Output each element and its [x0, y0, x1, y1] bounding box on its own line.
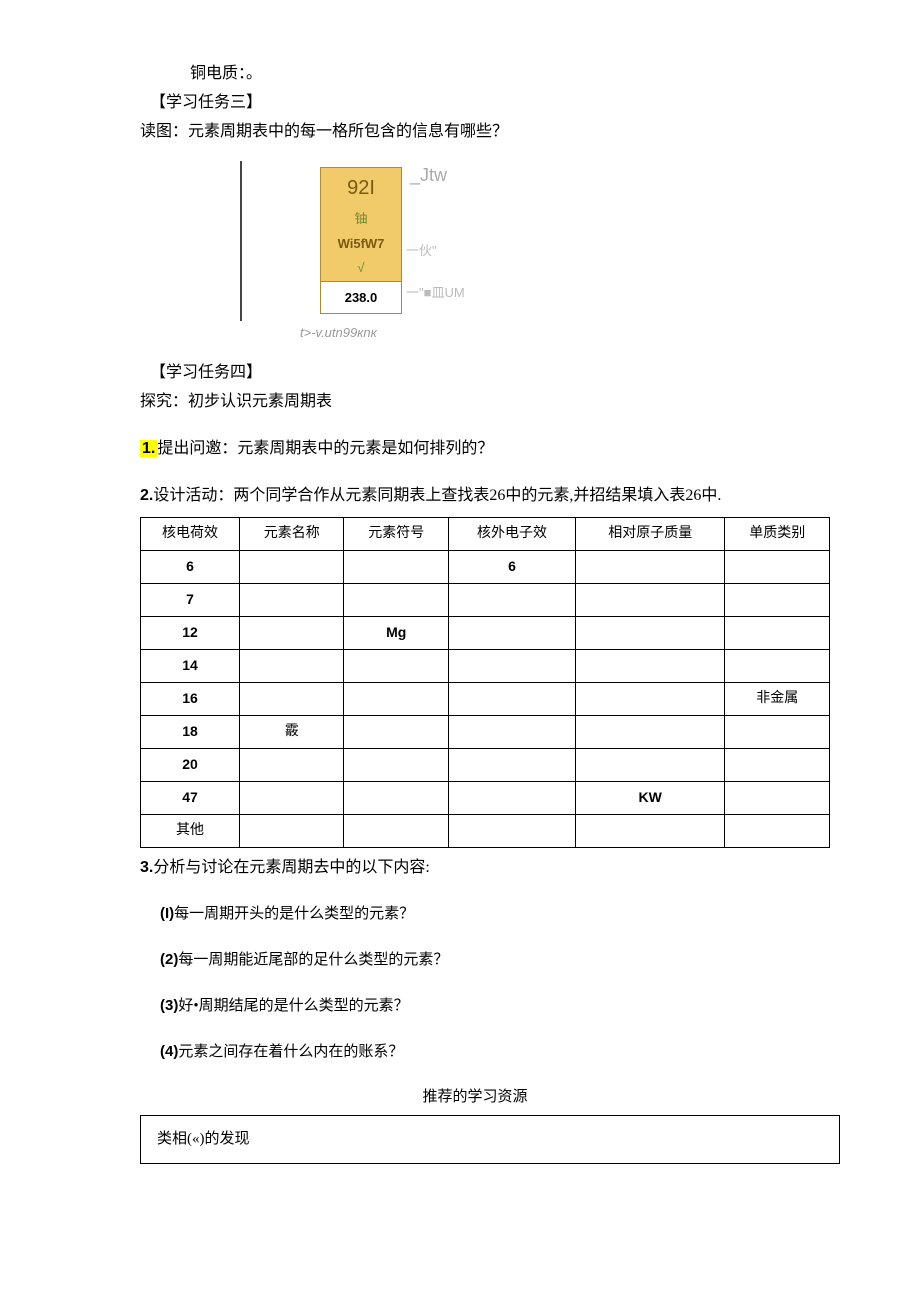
- table-row: 其他: [141, 814, 830, 847]
- diagram-label-mid: 一伙": [406, 239, 437, 262]
- diagram-label-top: _Jtw: [410, 159, 447, 191]
- resource-table: 类相(«)的发现: [140, 1115, 840, 1164]
- resource-row: 类相(«)的发现: [141, 1116, 840, 1164]
- th-element-symbol: 元素符号: [344, 517, 448, 550]
- top-remark: 铜电质：。: [130, 60, 820, 89]
- task4-text: 探究：初步认识元素周期表: [130, 388, 820, 417]
- resource-cell: 类相(«)的发现: [141, 1116, 840, 1164]
- table-row: 14: [141, 649, 830, 682]
- table-row: 7: [141, 583, 830, 616]
- diagram-side-line: [240, 161, 242, 321]
- element-name: 铀: [321, 206, 401, 231]
- atomic-mass: 238.0: [321, 281, 401, 313]
- task3-label: 【学习任务三】: [130, 89, 820, 118]
- q3-number: 3.: [140, 859, 153, 876]
- q3-text: 分析与讨论在元素周期去中的以下内容:: [153, 859, 429, 876]
- table-row: 18霰: [141, 715, 830, 748]
- th-electrons: 核外电子效: [448, 517, 575, 550]
- atomic-number: 92I: [321, 168, 401, 206]
- q1-number: 1.: [140, 440, 157, 457]
- q2-number: 2.: [140, 487, 153, 504]
- check-row: √: [321, 255, 401, 280]
- sub-question-4: (4)元素之间存在着什么内在的账系？: [130, 1038, 820, 1066]
- sub-question-2: (2)每一周期能近尾部的足什么类型的元素？: [130, 946, 820, 974]
- sub-q1-number: (I): [160, 905, 174, 922]
- task3-text: 读图：元素周期表中的每一格所包含的信息有哪些？: [130, 118, 820, 147]
- sub-q4-text: 元素之间存在着什么内在的账系？: [178, 1044, 403, 1060]
- sub-q2-number: (2): [160, 951, 178, 968]
- q2-text: 设计活动：两个同学合作从元素同期表上查找表26中的元素,并招结果填入表26中.: [153, 487, 721, 504]
- sub-q3-number: (3): [160, 997, 178, 1014]
- periodic-cell-diagram: 92I 铀 Wi5fW7 √ 238.0 _Jtw 一伙" 一"■皿UM t>-…: [240, 161, 480, 331]
- question-3: 3.分析与讨论在元素周期去中的以下内容:: [130, 854, 820, 883]
- element-cell: 92I 铀 Wi5fW7 √ 238.0: [320, 167, 402, 314]
- table-row: 16非金属: [141, 682, 830, 715]
- sub-q1-text: 每一周期开头的是什么类型的元素？: [174, 906, 414, 922]
- th-element-name: 元素名称: [240, 517, 344, 550]
- q1-text: 提出问邀：元素周期表中的元素是如何排列的？: [157, 440, 493, 457]
- sub-question-1: (I)每一周期开头的是什么类型的元素？: [130, 900, 820, 928]
- table-row: 66: [141, 550, 830, 583]
- question-2: 2.设计活动：两个同学合作从元素同期表上查找表26中的元素,并招结果填入表26中…: [130, 482, 820, 511]
- sub-question-3: (3)好•周期结尾的是什么类型的元素？: [130, 992, 820, 1020]
- sub-q3-text: 好•周期结尾的是什么类型的元素？: [178, 998, 408, 1014]
- th-atomic-mass: 相对原子质量: [575, 517, 725, 550]
- th-nuclear-charge: 核电荷效: [141, 517, 240, 550]
- sub-q2-text: 每一周期能近尾部的足什么类型的元素？: [178, 952, 448, 968]
- table-row: 20: [141, 748, 830, 781]
- table-header-row: 核电荷效 元素名称 元素符号 核外电子效 相对原子质量 单质类别: [141, 517, 830, 550]
- task4-label: 【学习任务四】: [130, 359, 820, 388]
- table-row: 47KW: [141, 781, 830, 814]
- diagram-label-bottom: 一"■皿UM: [406, 281, 465, 304]
- table-row: 12Mg: [141, 616, 830, 649]
- sub-q4-number: (4): [160, 1043, 178, 1060]
- resource-heading: 推荐的学习资源: [130, 1084, 820, 1111]
- element-lookup-table: 核电荷效 元素名称 元素符号 核外电子效 相对原子质量 单质类别 66 7 12…: [140, 517, 830, 848]
- question-1: 1.提出问邀：元素周期表中的元素是如何排列的？: [130, 435, 820, 464]
- element-symbol-row: Wi5fW7: [321, 232, 401, 255]
- diagram-caption: t>-v.utn99кnк: [300, 321, 377, 344]
- th-category: 单质类别: [725, 517, 830, 550]
